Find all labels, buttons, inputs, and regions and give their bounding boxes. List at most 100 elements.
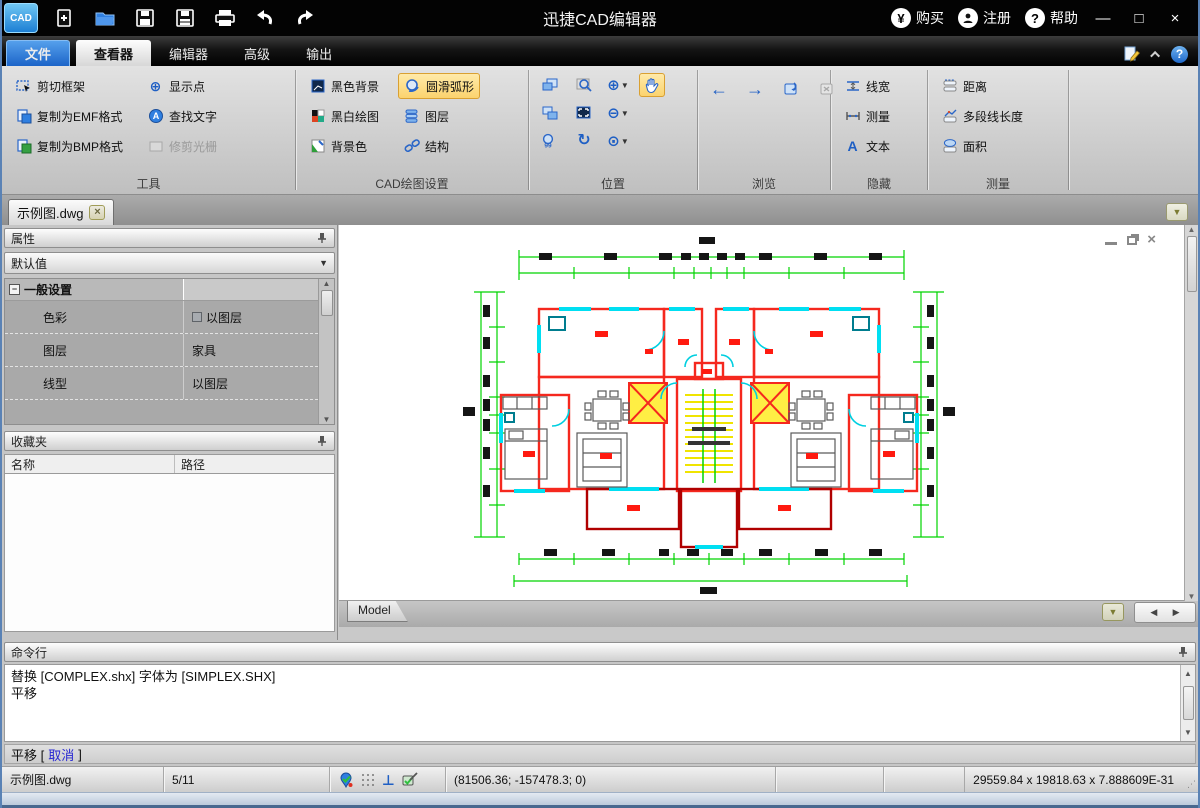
register-button[interactable]: 注册 xyxy=(954,6,1015,30)
status-filename: 示例图.dwg xyxy=(2,767,164,792)
ortho-icon[interactable]: ⊥ xyxy=(382,773,395,787)
zoom-scale-icon[interactable]: ⊙▼ xyxy=(605,129,631,153)
svg-text:A: A xyxy=(152,111,159,121)
collapse-icon[interactable]: − xyxy=(9,284,20,295)
ribbon-tab-row: 文件 查看器 编辑器 高级 输出 ? xyxy=(2,36,1198,66)
zoom-extents-icon[interactable] xyxy=(571,101,597,125)
buy-button[interactable]: ¥ 购买 xyxy=(887,6,948,30)
hide-linewidth-button[interactable]: 线宽 xyxy=(839,73,895,99)
mdi-minimize-icon[interactable] xyxy=(1105,235,1117,245)
pan-icon[interactable] xyxy=(639,73,665,97)
scrollbar-thumb xyxy=(1183,686,1194,720)
redo-button[interactable] xyxy=(292,6,318,30)
command-prompt[interactable]: 平移 [ 取消 ] xyxy=(4,744,1196,764)
undo-button[interactable] xyxy=(252,6,278,30)
draw-mode-icon[interactable] xyxy=(402,772,419,787)
save-button[interactable] xyxy=(132,6,158,30)
tab-editor[interactable]: 编辑器 xyxy=(151,40,226,66)
copy-bmp-button[interactable]: 复制为BMP格式 xyxy=(10,133,128,159)
measure-area-button[interactable]: 面积 xyxy=(936,133,1028,159)
background-color-button[interactable]: 背景色 xyxy=(304,133,384,159)
favorites-header[interactable]: 收藏夹 xyxy=(4,431,335,451)
text-hide-icon: A xyxy=(844,138,861,155)
zoom-percent-icon[interactable]: 99 xyxy=(537,129,563,153)
drawing-view[interactable]: × xyxy=(339,225,1184,601)
open-file-button[interactable] xyxy=(92,6,118,30)
zoom-in-icon[interactable]: ⊕▼ xyxy=(605,73,631,97)
favorites-col-path[interactable]: 路径 xyxy=(175,456,205,473)
smooth-arc-icon xyxy=(404,78,421,95)
layout-dropdown-icon[interactable]: ▼ xyxy=(1102,603,1124,621)
print-button[interactable] xyxy=(212,6,238,30)
resize-grip[interactable]: ⋰ xyxy=(1188,767,1198,792)
refresh-icon[interactable] xyxy=(778,77,804,101)
back-icon[interactable]: ← xyxy=(706,77,732,101)
collapse-ribbon-icon[interactable] xyxy=(1149,47,1163,61)
hide-text-button[interactable]: A 文本 xyxy=(839,133,895,159)
prev-view-icon[interactable] xyxy=(537,73,563,97)
status-mode-icons: ⊥ xyxy=(330,767,446,792)
forward-icon[interactable]: → xyxy=(742,77,768,101)
property-row-layer[interactable]: 图层 家具 xyxy=(5,334,318,367)
group-label-measure: 测量 xyxy=(928,175,1068,192)
property-group-row[interactable]: − 一般设置 xyxy=(5,279,318,301)
maximize-button[interactable]: □ xyxy=(1124,6,1154,30)
mdi-restore-icon[interactable] xyxy=(1127,236,1137,245)
zoom-out-icon[interactable]: ⊖▼ xyxy=(605,101,631,125)
smooth-arc-button[interactable]: 圆滑弧形 xyxy=(398,73,480,99)
property-grid-scrollbar[interactable]: ▲ ▼ xyxy=(318,279,334,424)
layout-scroll-arrows[interactable]: ◀ ▶ xyxy=(1134,602,1196,623)
measure-distance-button[interactable]: 距离 xyxy=(936,73,1028,99)
osnap-marker-icon[interactable] xyxy=(338,772,354,788)
find-text-button[interactable]: A 查找文字 xyxy=(142,103,222,129)
pin-icon[interactable] xyxy=(316,232,328,244)
bw-drawing-button[interactable]: 黑白绘图 xyxy=(304,103,384,129)
tab-advanced[interactable]: 高级 xyxy=(226,40,288,66)
new-file-button[interactable] xyxy=(52,6,78,30)
floorplan-drawing[interactable] xyxy=(459,237,959,599)
tab-output[interactable]: 输出 xyxy=(288,40,350,66)
properties-header[interactable]: 属性 xyxy=(4,228,335,248)
favorites-list[interactable] xyxy=(4,474,335,632)
close-button[interactable]: × xyxy=(1160,6,1190,30)
black-background-button[interactable]: 黑色背景 xyxy=(304,73,384,99)
copy-emf-button[interactable]: 复制为EMF格式 xyxy=(10,103,128,129)
tab-list-dropdown-icon[interactable]: ▼ xyxy=(1166,203,1188,221)
measure-polyline-button[interactable]: 多段线长度 xyxy=(936,103,1028,129)
tab-viewer[interactable]: 查看器 xyxy=(76,40,151,66)
property-preset-select[interactable]: 默认值 ▼ xyxy=(4,252,335,274)
document-tab[interactable]: 示例图.dwg × xyxy=(8,199,114,225)
tab-file[interactable]: 文件 xyxy=(6,40,70,66)
model-tab[interactable]: Model xyxy=(347,601,408,622)
quick-help-icon[interactable]: ? xyxy=(1171,46,1188,63)
status-spacer xyxy=(776,767,884,792)
cancel-link[interactable]: 取消 xyxy=(48,745,74,764)
command-history[interactable]: 替换 [COMPLEX.shx] 字体为 [SIMPLEX.SHX] 平移 ▲ … xyxy=(4,664,1196,742)
structure-button[interactable]: 结构 xyxy=(398,133,480,159)
bw-drawing-icon xyxy=(309,108,326,125)
command-scrollbar[interactable]: ▲ ▼ xyxy=(1180,665,1195,741)
rotate-view-icon[interactable]: ↻ xyxy=(571,129,597,153)
save-as-button[interactable] xyxy=(172,6,198,30)
layers-icon xyxy=(403,108,420,125)
swap-view-icon[interactable] xyxy=(537,101,563,125)
show-point-button[interactable]: ⊕ 显示点 xyxy=(142,73,222,99)
layers-button[interactable]: 图层 xyxy=(398,103,480,129)
favorites-col-name[interactable]: 名称 xyxy=(5,455,175,473)
hide-measure-button[interactable]: 测量 xyxy=(839,103,895,129)
minimize-button[interactable]: — xyxy=(1088,6,1118,30)
edit-document-icon[interactable] xyxy=(1123,45,1141,63)
mdi-close-icon[interactable]: × xyxy=(1147,235,1156,245)
ribbon-group-tools: 剪切框架 复制为EMF格式 复制为BMP格式 ⊕ 显示点 A 查找文字 修剪 xyxy=(2,66,295,194)
property-row-color[interactable]: 色彩 以图层 xyxy=(5,301,318,334)
help-button[interactable]: ? 帮助 xyxy=(1021,6,1082,30)
command-header[interactable]: 命令行 xyxy=(4,642,1196,662)
document-tab-close-icon[interactable]: × xyxy=(89,205,105,220)
canvas-vertical-scrollbar[interactable]: ▲ ▼ xyxy=(1184,225,1198,601)
pin-icon[interactable] xyxy=(1177,646,1189,658)
property-row-linetype[interactable]: 线型 以图层 xyxy=(5,367,318,400)
zoom-window-icon[interactable] xyxy=(571,73,597,97)
cut-frame-button[interactable]: 剪切框架 xyxy=(10,73,128,99)
grid-icon[interactable] xyxy=(361,773,375,787)
pin-icon[interactable] xyxy=(316,435,328,447)
